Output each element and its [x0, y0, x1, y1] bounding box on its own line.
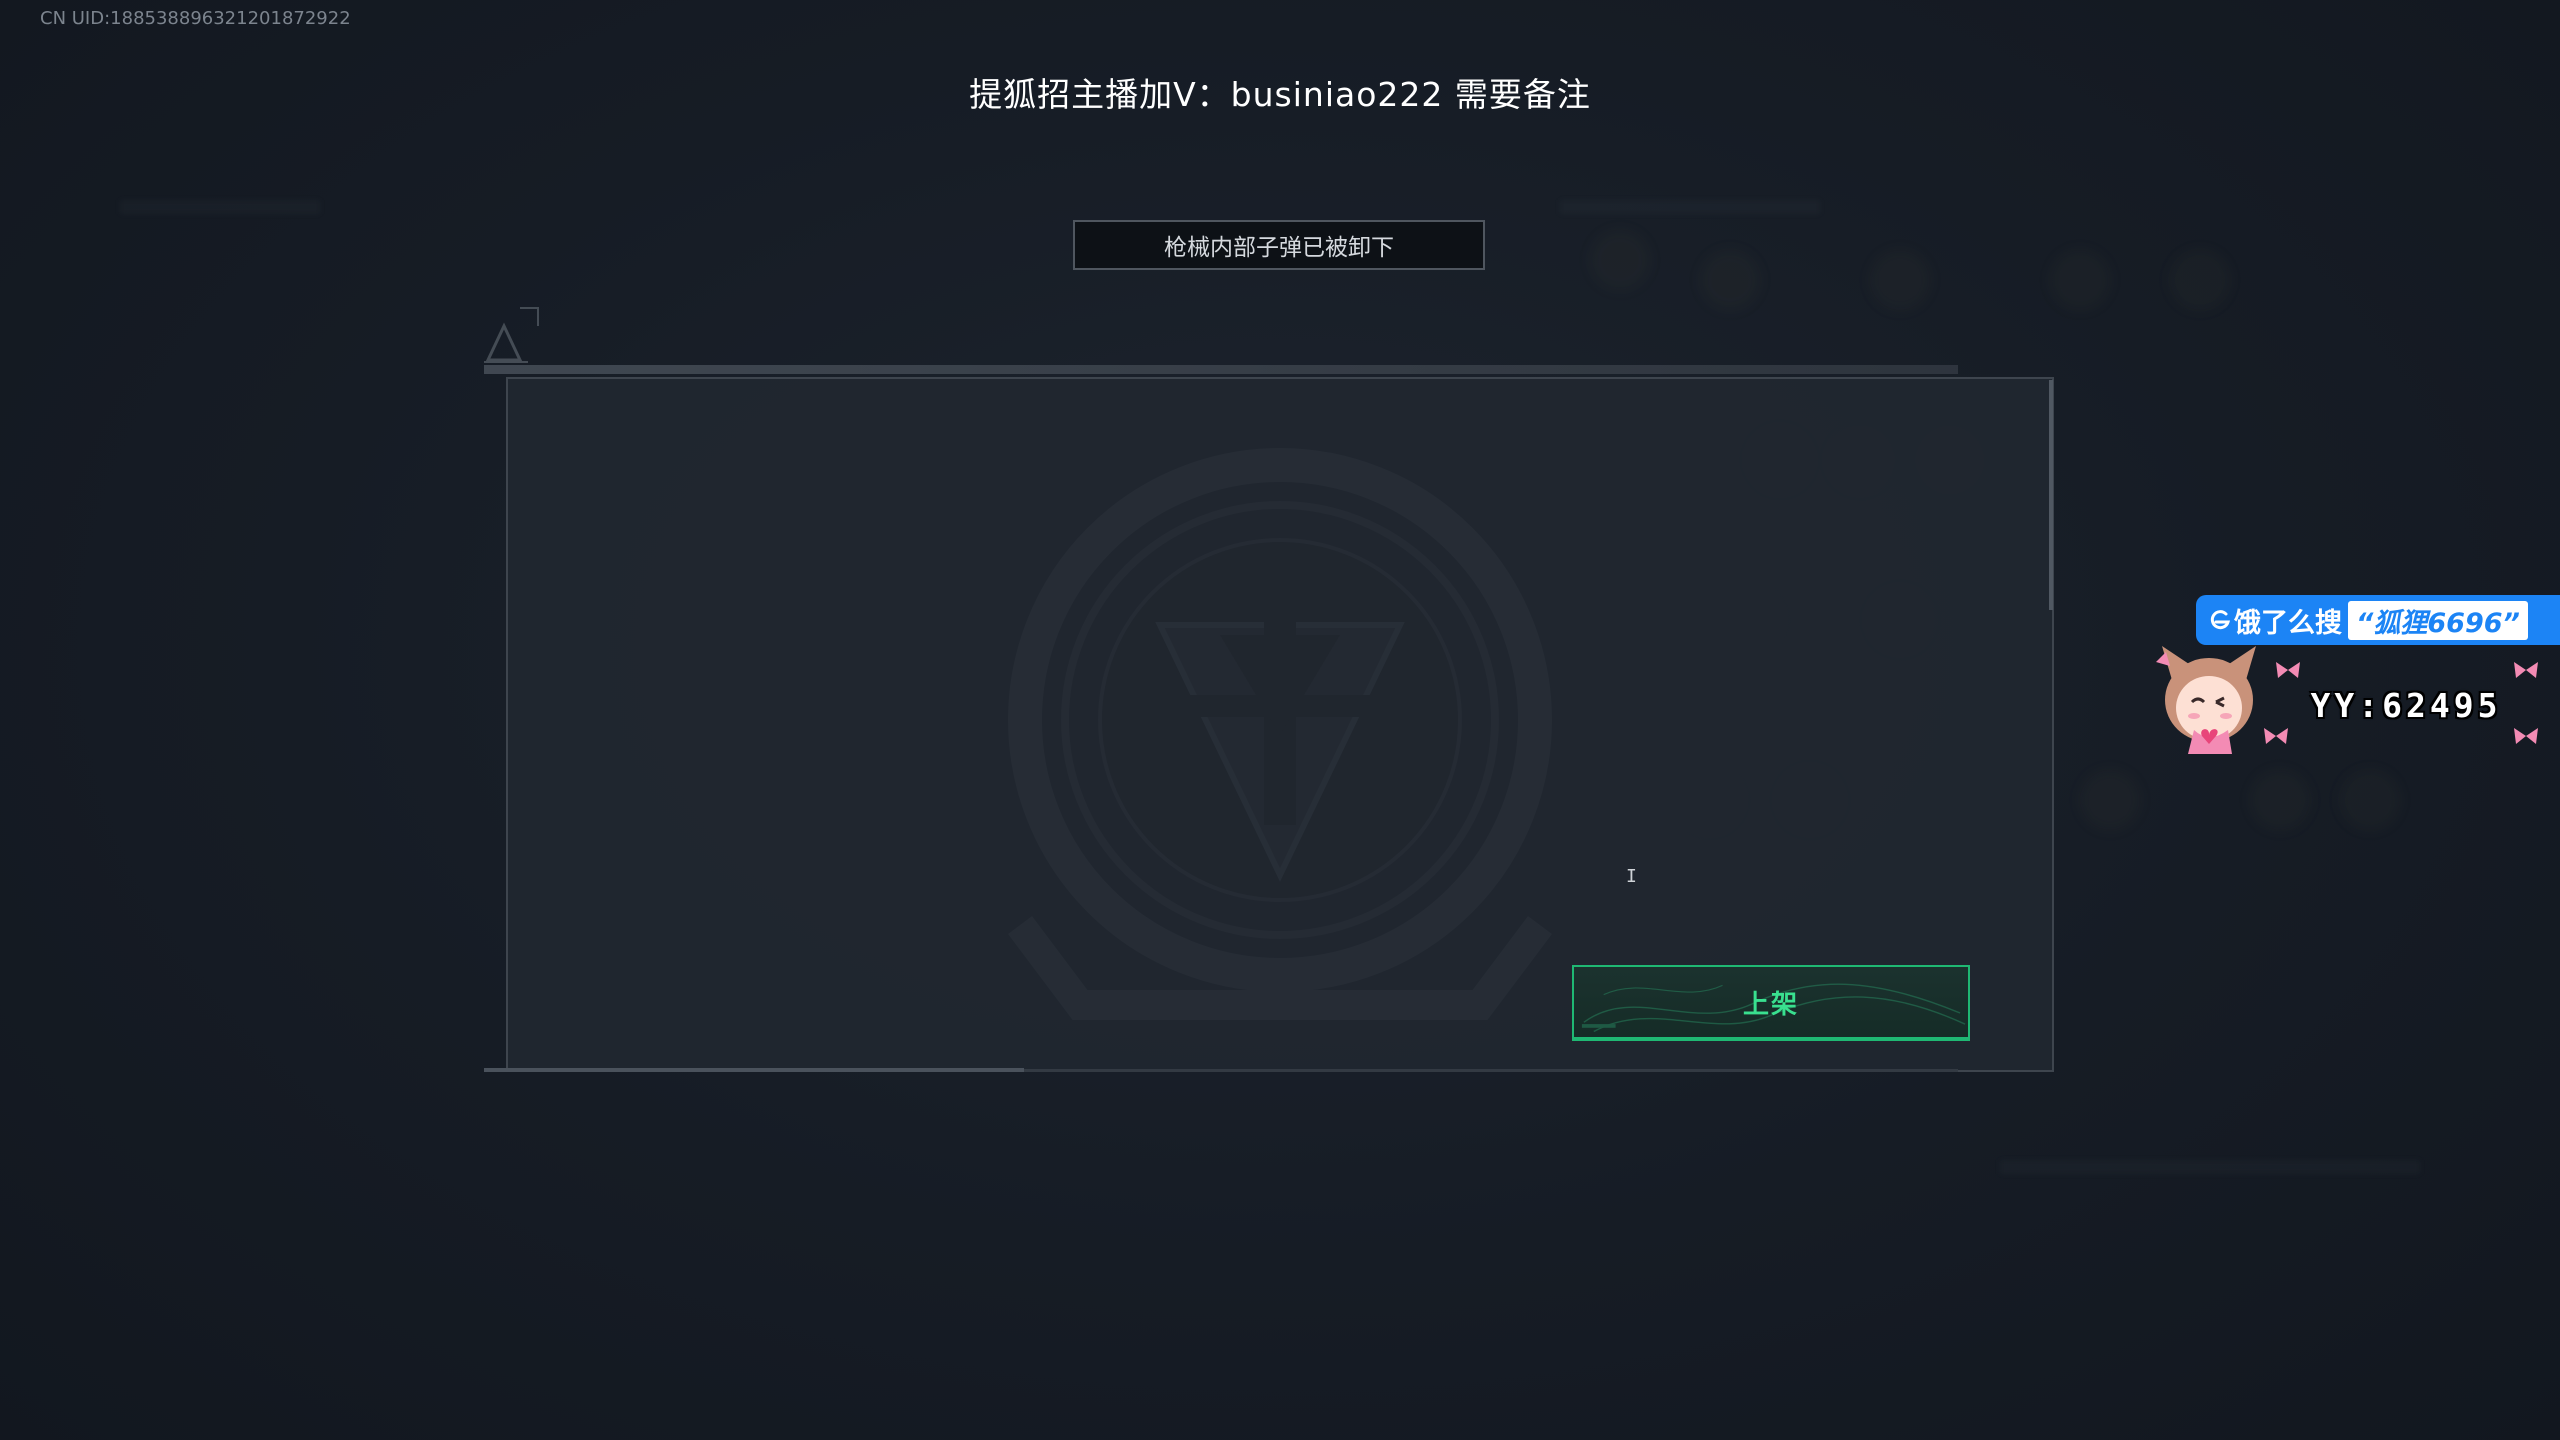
background-blur: [2250, 770, 2310, 830]
background-blur: [120, 200, 320, 214]
eleme-logo-icon: [2210, 610, 2231, 630]
yy-channel-label: YY:62495: [2272, 660, 2540, 750]
notification-text: 枪械内部子弹已被卸下: [1164, 235, 1394, 261]
background-blur: [1590, 230, 1650, 290]
promo-search-tag: 饿了么搜 “狐狸6696”: [2196, 595, 2560, 645]
list-item-button-label: 上架: [1742, 989, 1799, 1020]
notification-toast: 枪械内部子弹已被卸下: [1073, 220, 1485, 270]
stream-banner-text: 提狐招主播加V：businiao222 需要备注: [969, 75, 1591, 114]
promo-prefix: 饿了么搜: [2234, 607, 2342, 639]
promo-query: “狐狸6696”: [2348, 600, 2528, 640]
background-blur: [2050, 250, 2110, 310]
mouse-cursor-icon: I: [1626, 866, 1637, 887]
game-screen: CN UID:188538896321201872922 提狐招主播加V：bus…: [0, 0, 2560, 1440]
background-blur: [2000, 1160, 2420, 1174]
dialog-top-bar: [484, 365, 1958, 374]
list-item-button[interactable]: 上架: [1572, 965, 1970, 1041]
faction-emblem-watermark: [1008, 448, 1552, 1020]
background-blur: [2080, 770, 2140, 830]
background-blur: [2340, 770, 2400, 830]
dialog-bottom-accent: [484, 1068, 1024, 1072]
player-uid: CN UID:188538896321201872922: [40, 8, 351, 29]
dialog-scrollbar[interactable]: [2049, 380, 2053, 610]
background-blur: [2170, 250, 2230, 310]
background-blur: [1700, 250, 1760, 310]
yy-channel-text: YY:62495: [2310, 685, 2502, 725]
anime-mascot-icon: [2156, 646, 2256, 754]
background-blur: [1560, 200, 1820, 214]
weapon-corner-icon: [484, 307, 539, 363]
background-blur: [1870, 250, 1930, 310]
